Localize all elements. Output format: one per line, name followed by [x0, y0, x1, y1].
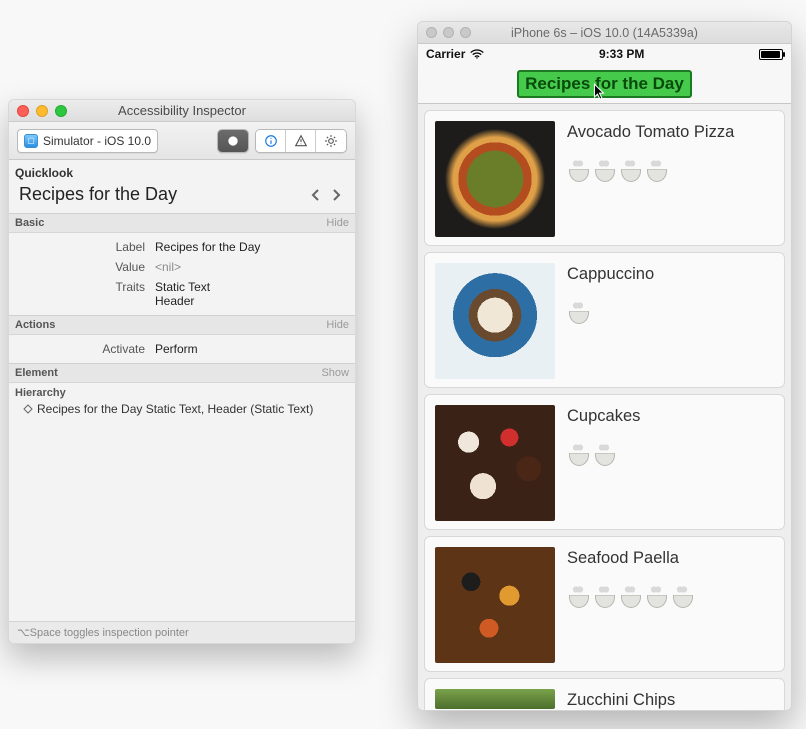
basic-value-key: Value: [15, 260, 155, 274]
recipe-name: Cappuccino: [567, 265, 654, 284]
recipe-image: [435, 547, 555, 663]
recipe-name: Zucchini Chips: [567, 691, 675, 710]
inspector-statusbar: ⌥Space toggles inspection pointer: [9, 621, 355, 643]
recipe-list[interactable]: Avocado Tomato Pizza Cappuccino: [418, 104, 791, 710]
inspector-body: Quicklook Recipes for the Day Basic Hide…: [9, 160, 355, 643]
recipe-name: Seafood Paella: [567, 549, 693, 568]
bowl-icon: [593, 590, 615, 608]
bowl-icon: [567, 448, 589, 466]
bowl-icon: [619, 590, 641, 608]
hierarchy-row-text: Recipes for the Day Static Text, Header …: [37, 402, 313, 416]
battery-icon: [759, 49, 783, 60]
point-inspect-button[interactable]: [218, 130, 248, 152]
basic-label-value: Recipes for the Day: [155, 240, 349, 254]
carrier-label: Carrier: [426, 47, 465, 61]
app-title-text: Recipes for the Day: [525, 74, 684, 93]
disclosure-icon: [23, 404, 33, 414]
hierarchy-label: Hierarchy: [9, 383, 355, 399]
recipe-name: Cupcakes: [567, 407, 640, 426]
section-basic-label: Basic: [15, 217, 44, 229]
section-element-header[interactable]: Element Show: [9, 363, 355, 383]
toolbar-panes-segment: [255, 129, 347, 153]
basic-value-value: <nil>: [155, 260, 349, 274]
section-actions-header[interactable]: Actions Hide: [9, 315, 355, 335]
bowl-icon: [593, 164, 615, 182]
recipe-card-zucchini[interactable]: Zucchini Chips: [424, 678, 785, 710]
chevron-right-icon: [330, 188, 342, 202]
settings-pane-button[interactable]: [316, 130, 346, 152]
recipe-card-cappuccino[interactable]: Cappuccino: [424, 252, 785, 388]
basic-label-key: Label: [15, 240, 155, 254]
recipe-difficulty: [567, 164, 734, 182]
section-basic-header[interactable]: Basic Hide: [9, 213, 355, 233]
section-basic-toggle[interactable]: Hide: [326, 217, 349, 229]
info-pane-button[interactable]: [256, 130, 286, 152]
simulator-app-icon: ▢: [24, 134, 38, 148]
bowl-icon: [645, 164, 667, 182]
accessibility-inspector-window: Accessibility Inspector ▢ Simulator - iO…: [8, 99, 356, 644]
app-nav-bar: Recipes for the Day: [418, 64, 791, 104]
recipe-image: [435, 405, 555, 521]
bowl-icon: [671, 590, 693, 608]
basic-traits-value: Static Text Header: [155, 280, 349, 308]
quicklook-value: Recipes for the Day: [19, 184, 177, 205]
wifi-icon: [470, 48, 484, 60]
simulator-titlebar[interactable]: iPhone 6s – iOS 10.0 (14A5339a): [418, 22, 791, 44]
recipe-difficulty: [567, 306, 654, 324]
bowl-icon: [645, 590, 667, 608]
zoom-icon[interactable]: [55, 105, 67, 117]
recipe-image: [435, 263, 555, 379]
section-actions-label: Actions: [15, 319, 55, 331]
toolbar-mode-segment: [217, 129, 249, 153]
actions-activate-key: Activate: [15, 342, 155, 356]
quicklook-prev-button[interactable]: [307, 186, 325, 204]
quicklook-label: Quicklook: [9, 160, 355, 182]
recipe-card-paella[interactable]: Seafood Paella: [424, 536, 785, 672]
trait-static-text: Static Text: [155, 280, 210, 294]
inspection-target-dropdown[interactable]: ▢ Simulator - iOS 10.0: [17, 129, 158, 153]
inspector-statusbar-text: ⌥Space toggles inspection pointer: [17, 626, 189, 639]
ios-status-bar: Carrier 9:33 PM: [418, 44, 791, 64]
bowl-icon: [593, 448, 615, 466]
inspector-titlebar[interactable]: Accessibility Inspector: [9, 100, 355, 122]
recipe-name: Avocado Tomato Pizza: [567, 123, 734, 142]
gear-icon: [324, 134, 338, 148]
recipe-image: [435, 689, 555, 709]
minimize-icon[interactable]: [36, 105, 48, 117]
basic-traits-key: Traits: [15, 280, 155, 308]
warning-icon: [294, 134, 308, 148]
section-actions-toggle[interactable]: Hide: [326, 319, 349, 331]
simulator-window: iPhone 6s – iOS 10.0 (14A5339a) Carrier …: [417, 21, 792, 711]
quicklook-next-button[interactable]: [327, 186, 345, 204]
bowl-icon: [567, 590, 589, 608]
inspection-target-label: Simulator - iOS 10.0: [43, 134, 151, 148]
crosshair-icon: [226, 134, 240, 148]
section-element-toggle[interactable]: Show: [321, 367, 349, 379]
recipe-image: [435, 121, 555, 237]
trait-header: Header: [155, 294, 194, 308]
inspector-toolbar: ▢ Simulator - iOS 10.0: [9, 122, 355, 160]
perform-button[interactable]: Perform: [155, 342, 198, 356]
chevron-left-icon: [310, 188, 322, 202]
recipe-difficulty: [567, 590, 693, 608]
bowl-icon: [619, 164, 641, 182]
bowl-icon: [567, 164, 589, 182]
section-element-label: Element: [15, 367, 58, 379]
recipe-card-cupcakes[interactable]: Cupcakes: [424, 394, 785, 530]
status-time: 9:33 PM: [484, 47, 759, 61]
bowl-icon: [567, 306, 589, 324]
close-icon[interactable]: [17, 105, 29, 117]
recipe-difficulty: [567, 448, 640, 466]
app-title-highlighted[interactable]: Recipes for the Day: [517, 70, 692, 98]
recipe-card-pizza[interactable]: Avocado Tomato Pizza: [424, 110, 785, 246]
audit-pane-button[interactable]: [286, 130, 316, 152]
info-icon: [264, 134, 278, 148]
simulator-title: iPhone 6s – iOS 10.0 (14A5339a): [418, 26, 791, 40]
hierarchy-row[interactable]: Recipes for the Day Static Text, Header …: [9, 399, 355, 419]
